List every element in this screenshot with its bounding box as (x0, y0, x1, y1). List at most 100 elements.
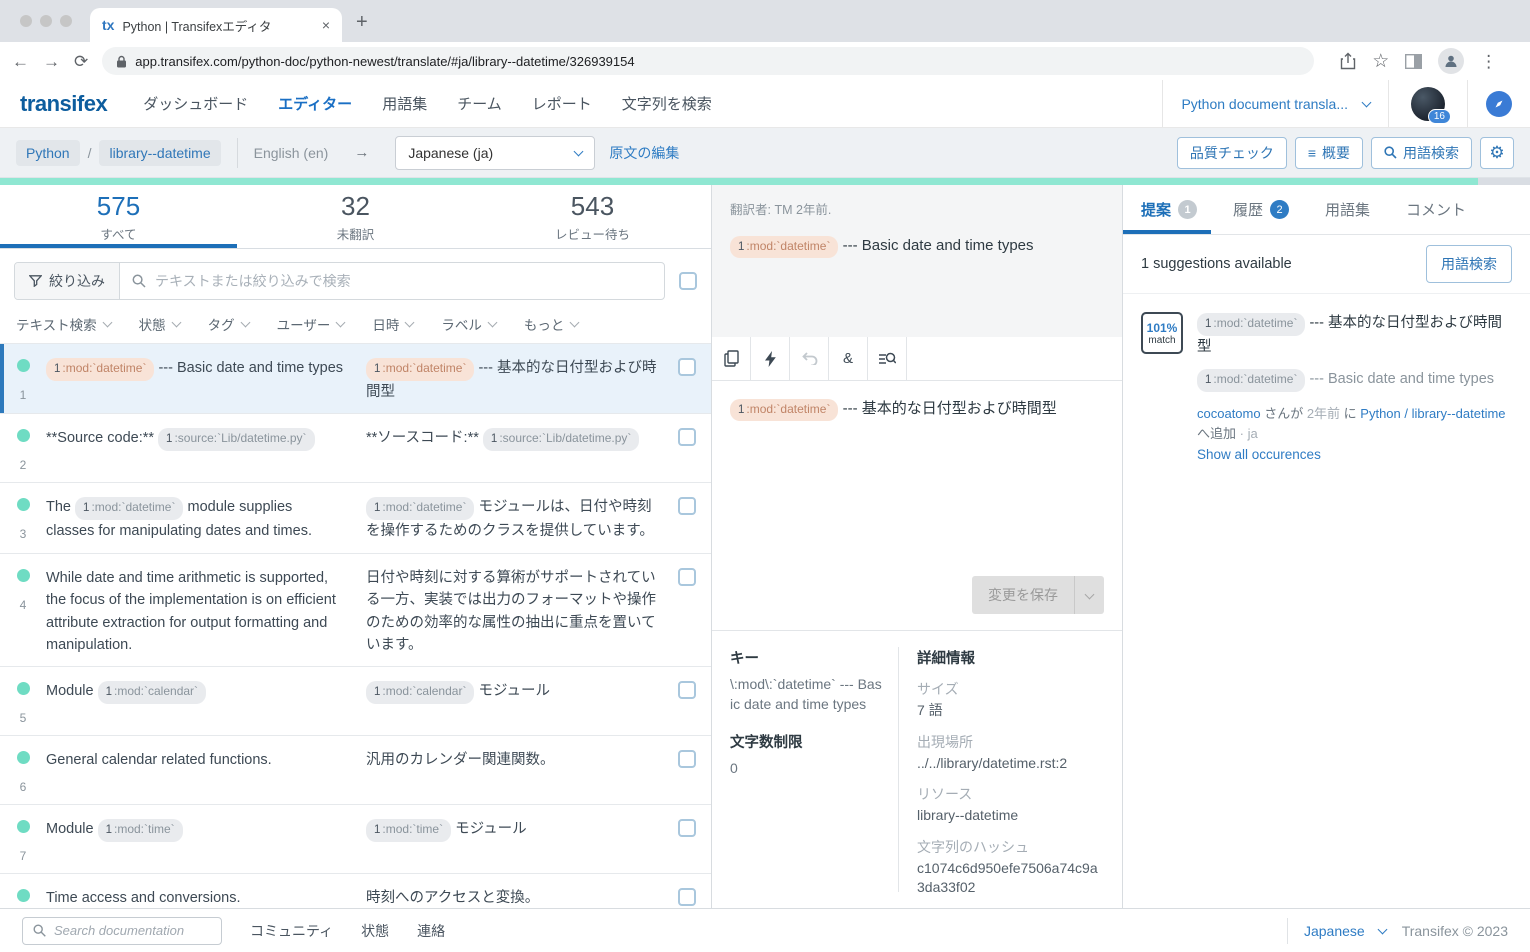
avatar[interactable]: 16 (1411, 87, 1445, 121)
row-checkbox[interactable] (678, 568, 696, 586)
filter-dropdowns: テキスト検索 状態 タグ ユーザー 日時 ラベル もっと (0, 305, 711, 343)
match-label: match (1148, 335, 1175, 346)
translation-text: 1:mod:`datetime` --- 基本的な日付型および時間型 (730, 397, 1104, 421)
special-characters-icon[interactable]: & (829, 337, 868, 380)
help-compass-wrap[interactable] (1468, 80, 1530, 127)
row-checkbox[interactable] (678, 819, 696, 837)
tab-用語集[interactable]: 用語集 (1325, 185, 1370, 234)
save-button[interactable]: 変更を保存 (972, 576, 1074, 614)
row-gutter: 6 (0, 746, 46, 794)
footer-language-select[interactable]: Japanese (1304, 923, 1386, 939)
close-window-icon[interactable] (20, 15, 32, 27)
share-icon[interactable] (1340, 52, 1356, 70)
show-all-occurrences-link[interactable]: Show all occurences (1197, 444, 1321, 466)
browser-menu-icon[interactable]: ⋮ (1480, 53, 1497, 70)
string-count-tab[interactable]: 543レビュー待ち (474, 185, 711, 248)
filter-dropdown-ラベル[interactable]: ラベル (441, 314, 496, 334)
nav-item-用語集[interactable]: 用語集 (382, 93, 427, 114)
table-row[interactable]: 11:mod:`datetime` --- Basic date and tim… (0, 344, 711, 414)
row-checkbox[interactable] (678, 428, 696, 446)
nav-item-文字列を検索[interactable]: 文字列を検索 (622, 93, 712, 114)
string-count-tab[interactable]: 575すべて (0, 185, 237, 248)
key-label: キー (730, 647, 882, 668)
project-selector-label: Python document transla... (1181, 96, 1348, 112)
project-selector[interactable]: Python document transla... (1163, 96, 1388, 112)
reload-icon[interactable]: ⟳ (74, 53, 88, 70)
browser-profile-icon[interactable] (1438, 48, 1464, 74)
row-target-text: 汎用のカレンダー関連関数。 (366, 746, 667, 794)
tab-提案[interactable]: 提案1 (1141, 185, 1197, 234)
table-row[interactable]: 5Module 1:mod:`calendar` 1:mod:`calendar… (0, 667, 711, 736)
row-checkbox[interactable] (678, 358, 696, 376)
breadcrumb-project[interactable]: Python (16, 140, 80, 166)
translation-input-area[interactable]: 1:mod:`datetime` --- 基本的な日付型および時間型 変更を保存 (712, 381, 1122, 630)
string-search-input[interactable] (155, 273, 652, 289)
row-checkbox[interactable] (678, 497, 696, 515)
undo-icon[interactable] (790, 337, 829, 380)
row-checkbox[interactable] (678, 750, 696, 768)
tab-履歴[interactable]: 履歴2 (1233, 185, 1289, 234)
nav-item-エディター[interactable]: エディター (278, 93, 352, 114)
table-row[interactable]: 6General calendar related functions. 汎用の… (0, 736, 711, 805)
address-bar[interactable]: app.transifex.com/python-doc/python-newe… (102, 47, 1314, 75)
new-tab-button[interactable]: + (356, 11, 368, 34)
forward-icon[interactable]: → (43, 53, 60, 70)
translation-editor-panel: 翻訳者: TM 2年前. 1:mod:`datetime` --- Basic … (711, 185, 1123, 908)
sidebar-icon[interactable] (1405, 54, 1422, 69)
machine-translate-bolt-icon[interactable] (751, 337, 790, 380)
meta-link[interactable]: Python / library--datetime (1360, 406, 1505, 421)
row-checkbox[interactable] (678, 888, 696, 906)
filter-dropdown-タグ[interactable]: タグ (208, 314, 249, 334)
save-button-group: 変更を保存 (972, 576, 1104, 614)
filter-dropdown-もっと[interactable]: もっと (524, 314, 579, 334)
table-row[interactable]: 4While date and time arithmetic is suppo… (0, 554, 711, 668)
target-language-value: Japanese (ja) (408, 145, 493, 161)
filter-dropdown-ユーザー[interactable]: ユーザー (277, 314, 345, 334)
nav-item-レポート[interactable]: レポート (532, 93, 592, 114)
nav-item-チーム[interactable]: チーム (457, 93, 502, 114)
table-row[interactable]: 7Module 1:mod:`time` 1:mod:`time` モジュール (0, 805, 711, 874)
footer-link-status[interactable]: 状態 (361, 921, 389, 941)
glossary-search-button[interactable]: 用語検索 (1426, 245, 1512, 283)
doc-search-input[interactable] (54, 923, 211, 938)
settings-gear-icon[interactable]: ⚙ (1480, 137, 1514, 169)
back-icon[interactable]: ← (12, 53, 29, 70)
row-checkbox[interactable] (678, 681, 696, 699)
meta-link[interactable]: cocoatomo (1197, 406, 1261, 421)
target-language-select[interactable]: Japanese (ja) (395, 136, 595, 170)
close-tab-icon[interactable]: × (322, 17, 330, 33)
table-row[interactable]: 2**Source code:** 1:source:`Lib/datetime… (0, 414, 711, 483)
segment-text: General calendar related functions. (46, 752, 272, 768)
save-options-caret[interactable] (1074, 576, 1104, 614)
user-avatar-wrap[interactable]: 16 (1389, 80, 1467, 127)
compass-icon[interactable] (1486, 91, 1512, 117)
transifex-logo[interactable]: transifex (20, 91, 107, 117)
tab-コメント[interactable]: コメント (1406, 185, 1466, 234)
term-search-button[interactable]: 用語検索 (1371, 137, 1472, 169)
footer-link-community[interactable]: コミュニティ (250, 921, 333, 941)
bookmark-star-icon[interactable]: ☆ (1372, 52, 1389, 71)
string-count-tab[interactable]: 32未翻訳 (237, 185, 474, 248)
suggestion-card[interactable]: 101% match 1:mod:`datetime` --- 基本的な日付型お… (1123, 294, 1530, 486)
breadcrumb-resource[interactable]: library--datetime (99, 140, 220, 166)
quality-check-button[interactable]: 品質チェック (1177, 137, 1287, 169)
filter-toggle-button[interactable]: 絞り込み (15, 263, 120, 299)
overview-button[interactable]: ≡概要 (1295, 137, 1363, 169)
nav-item-ダッシュボード[interactable]: ダッシュボード (143, 93, 248, 114)
table-row[interactable]: 8Time access and conversions. 時刻へのアクセスと変… (0, 874, 711, 908)
maximize-window-icon[interactable] (60, 15, 72, 27)
browser-window: tx Python | Transifexエディタ × + ← → ⟳ app.… (0, 0, 1530, 952)
footer-link-contact[interactable]: 連絡 (417, 921, 445, 941)
table-row[interactable]: 3The 1:mod:`datetime` module supplies cl… (0, 483, 711, 553)
edit-source-link[interactable]: 原文の編集 (609, 143, 679, 163)
filter-dropdown-日時[interactable]: 日時 (372, 314, 413, 334)
row-target-text: 1:mod:`datetime` --- 基本的な日付型および時間型 (366, 354, 667, 403)
copy-source-icon[interactable] (712, 337, 751, 380)
select-all-checkbox[interactable] (679, 272, 697, 290)
minimize-window-icon[interactable] (40, 15, 52, 27)
concordance-search-icon[interactable] (868, 337, 907, 380)
browser-tab[interactable]: tx Python | Transifexエディタ × (90, 8, 342, 42)
window-controls[interactable] (0, 0, 90, 42)
filter-dropdown-テキスト検索[interactable]: テキスト検索 (16, 314, 111, 334)
filter-dropdown-状態[interactable]: 状態 (139, 314, 180, 334)
